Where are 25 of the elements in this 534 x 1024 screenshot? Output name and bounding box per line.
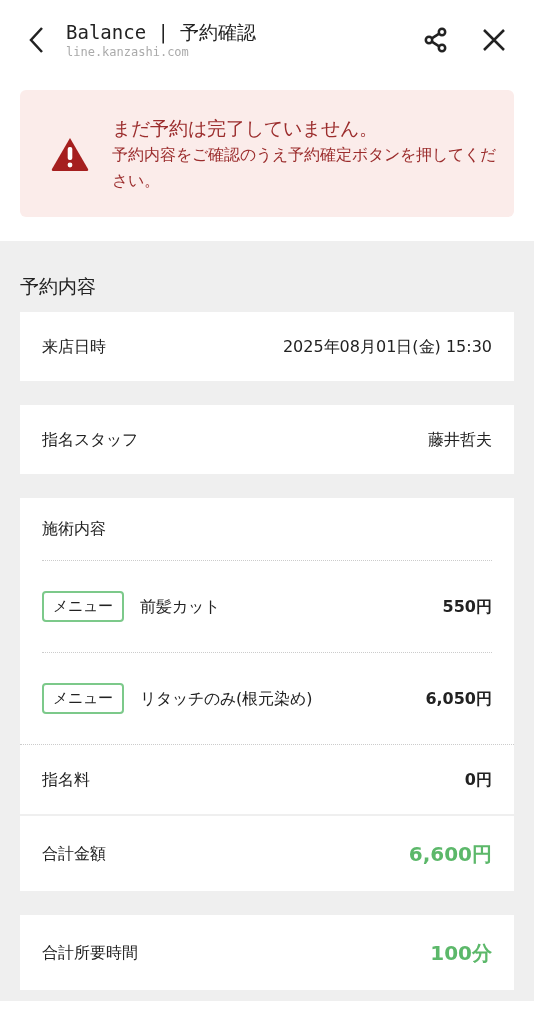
total-label: 合計金額	[42, 842, 106, 865]
fee-label: 指名料	[42, 768, 90, 791]
total-label: 合計所要時間	[42, 941, 138, 964]
service-name: リタッチのみ(根元染め)	[140, 687, 314, 710]
row-value: 2025年08月01日(金) 15:30	[282, 335, 492, 358]
menu-tag: メニュー	[42, 683, 124, 714]
services-heading: 施術内容	[42, 518, 106, 540]
fee-value: 0円	[464, 768, 492, 791]
total-value: 100分	[430, 939, 492, 967]
share-icon	[423, 27, 449, 53]
service-price: 550円	[442, 595, 492, 618]
menu-tag: メニュー	[42, 591, 124, 622]
close-icon	[482, 28, 506, 52]
section-title: 予約内容	[20, 273, 96, 299]
page-url: line.kanzashi.com	[66, 44, 190, 60]
back-icon	[28, 26, 44, 54]
warning-message: 予約内容をご確認のうえ予約確定ボタンを押してください。	[112, 143, 497, 192]
window-title: Balance | 予約確認	[66, 20, 258, 44]
row-label: 指名スタッフ	[42, 428, 138, 451]
service-price: 6,050円	[425, 687, 492, 710]
warning-title: まだ予約は完了していません。	[112, 115, 379, 141]
total-value: 6,600円	[408, 840, 492, 868]
service-name: 前髪カット	[140, 595, 221, 618]
row-label: 来店日時	[42, 335, 106, 358]
row-value: 藤井哲夫	[428, 428, 492, 451]
